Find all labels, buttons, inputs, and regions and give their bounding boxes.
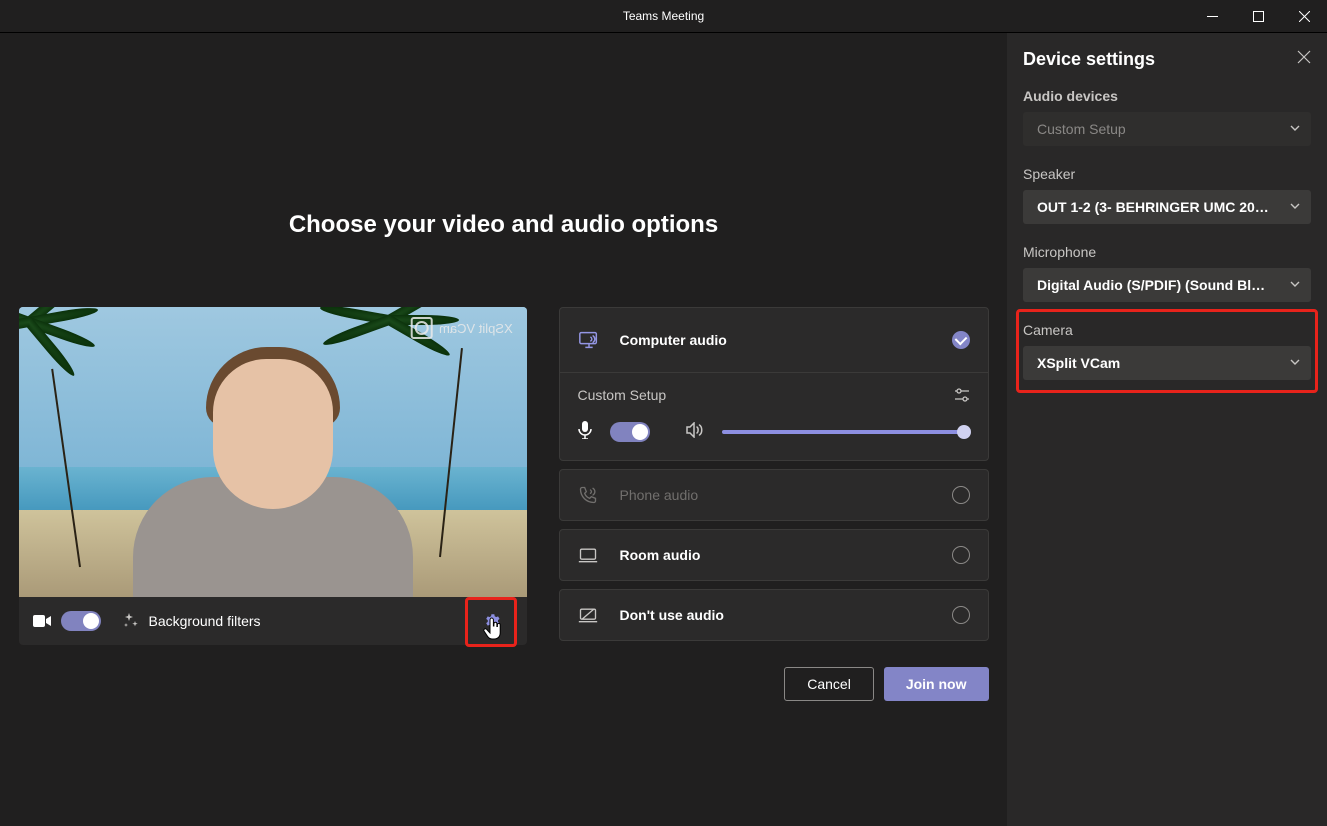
chevron-down-icon — [1289, 199, 1301, 215]
camera-watermark: XSplit VCam — [411, 317, 513, 339]
main-panel: Choose your video and audio options — [0, 33, 1007, 826]
background-filters-label: Background filters — [149, 613, 261, 629]
option-label: Computer audio — [620, 332, 727, 348]
option-label: Phone audio — [620, 487, 699, 503]
computer-audio-details: Custom Setup — [560, 372, 988, 460]
camera-icon — [33, 614, 51, 628]
audio-devices-dropdown[interactable]: Custom Setup — [1023, 112, 1311, 146]
microphone-icon — [578, 421, 592, 442]
maximize-button[interactable] — [1235, 0, 1281, 32]
join-now-button[interactable]: Join now — [884, 667, 989, 701]
window-buttons — [1189, 0, 1327, 32]
cursor-hand-icon — [483, 617, 503, 641]
audio-devices-label: Audio devices — [1023, 88, 1311, 104]
speaker-icon — [686, 422, 704, 441]
radio — [952, 606, 970, 624]
option-room-audio[interactable]: Room audio — [559, 529, 989, 581]
options-layout: XSplit VCam Background — [0, 307, 1007, 701]
window-title: Teams Meeting — [623, 9, 704, 23]
person-silhouette — [143, 337, 403, 597]
action-row: Cancel Join now — [559, 667, 989, 701]
cancel-button[interactable]: Cancel — [784, 667, 874, 701]
minimize-button[interactable] — [1189, 0, 1235, 32]
option-label: Don't use audio — [620, 607, 724, 623]
option-computer-audio[interactable]: Computer audio Custom Setup — [559, 307, 989, 461]
phone-audio-icon — [578, 485, 608, 505]
titlebar: Teams Meeting — [0, 0, 1327, 32]
device-settings-button[interactable] — [469, 599, 513, 643]
camera-toggle[interactable] — [61, 611, 101, 631]
chevron-down-icon — [1289, 121, 1301, 137]
watermark-text: XSplit VCam — [439, 321, 513, 336]
computer-audio-icon — [578, 329, 608, 351]
microphone-toggle[interactable] — [610, 422, 650, 442]
chevron-down-icon — [1289, 277, 1301, 293]
video-column: XSplit VCam Background — [19, 307, 527, 701]
no-audio-icon — [578, 607, 608, 623]
dropdown-value: Digital Audio (S/PDIF) (Sound Bl… — [1037, 277, 1265, 293]
sliders-icon[interactable] — [954, 387, 970, 403]
sparkle-icon — [123, 613, 139, 629]
content-area: Choose your video and audio options — [0, 32, 1327, 826]
speaker-label: Speaker — [1023, 166, 1311, 182]
radio-selected — [952, 331, 970, 349]
watermark-icon — [411, 317, 433, 339]
camera-section: Camera XSplit VCam — [1023, 322, 1311, 380]
settings-panel-close-button[interactable] — [1297, 50, 1311, 69]
background-filters-button[interactable]: Background filters — [123, 613, 261, 629]
audio-column: Computer audio Custom Setup — [559, 307, 989, 701]
highlight-camera — [1016, 309, 1318, 393]
volume-slider[interactable] — [722, 430, 964, 434]
microphone-dropdown[interactable]: Digital Audio (S/PDIF) (Sound Bl… — [1023, 268, 1311, 302]
video-controls-bar: Background filters — [19, 597, 527, 645]
room-audio-icon — [578, 547, 608, 563]
close-button[interactable] — [1281, 0, 1327, 32]
speaker-dropdown[interactable]: OUT 1-2 (3- BEHRINGER UMC 20… — [1023, 190, 1311, 224]
option-label: Room audio — [620, 547, 701, 563]
dropdown-value: OUT 1-2 (3- BEHRINGER UMC 20… — [1037, 199, 1269, 215]
radio — [952, 486, 970, 504]
option-phone-audio[interactable]: Phone audio — [559, 469, 989, 521]
app-window: Teams Meeting Choose your video and audi… — [0, 0, 1327, 826]
dropdown-value: Custom Setup — [1037, 121, 1126, 137]
radio — [952, 546, 970, 564]
settings-panel-title: Device settings — [1023, 49, 1155, 70]
device-settings-panel: Device settings Audio devices Custom Set… — [1007, 33, 1327, 826]
option-dont-use-audio[interactable]: Don't use audio — [559, 589, 989, 641]
page-heading: Choose your video and audio options — [0, 211, 1007, 239]
microphone-label: Microphone — [1023, 244, 1311, 260]
custom-setup-label: Custom Setup — [578, 387, 667, 403]
video-preview: XSplit VCam — [19, 307, 527, 597]
